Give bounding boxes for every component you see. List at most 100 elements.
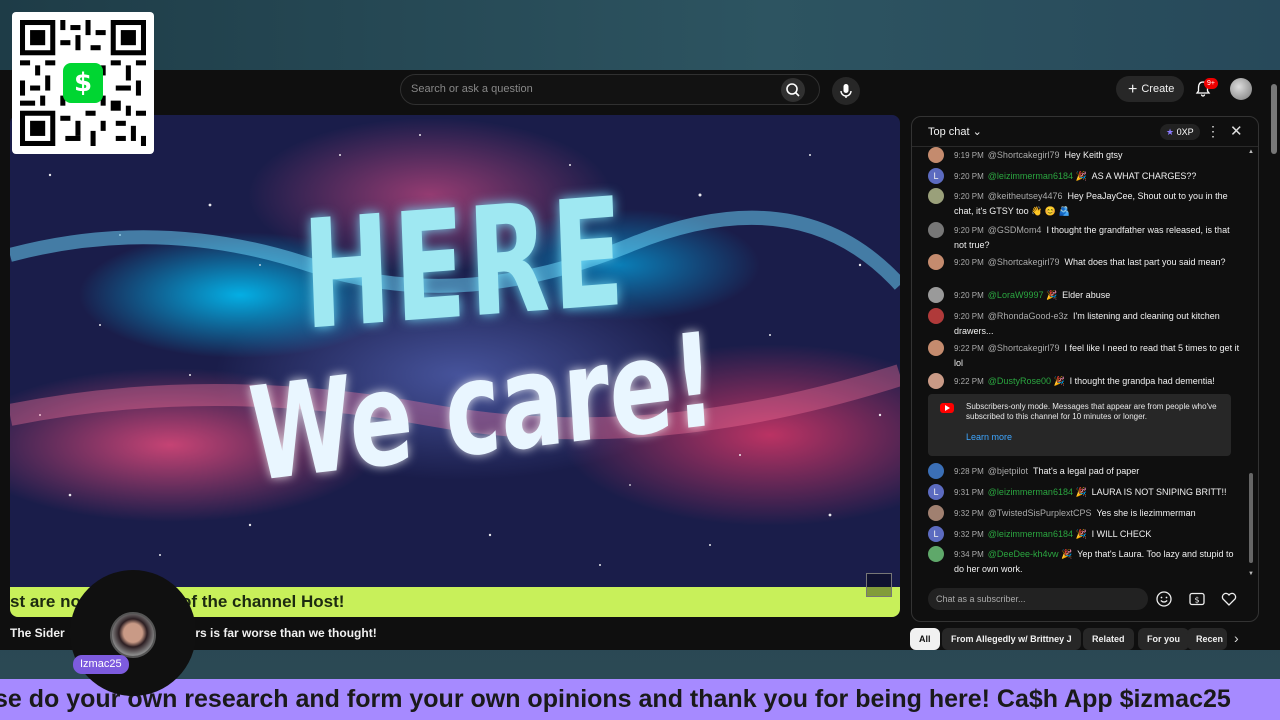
scroll-up-arrow-icon[interactable]: ▲ <box>1248 149 1254 155</box>
host-name-label: Izmac25 <box>73 655 129 674</box>
chat-message-body: 9:20 PM @Shortcakegirl79 What does that la… <box>954 255 1244 270</box>
chat-author-avatar[interactable]: L <box>928 484 944 500</box>
chevron-right-icon[interactable]: › <box>1234 630 1239 646</box>
host-avatar <box>110 612 156 658</box>
chat-message-text: I thought the grandpa had dementia! <box>1069 376 1215 386</box>
chip-for-you[interactable]: For you <box>1138 628 1189 650</box>
video-player[interactable]: HERE We care! st are no y the views of t… <box>10 115 900 617</box>
host-webcam <box>70 570 196 696</box>
heart-icon[interactable] <box>1220 590 1238 608</box>
chat-author-name[interactable]: @leizimmerman6184 🎉 <box>988 171 1087 181</box>
chat-author-name[interactable]: @keitheutsey4476 <box>988 191 1063 201</box>
live-chat-panel: Top chat ⌄ ★ 0XP ⋮ ✕ 9:19 PM @Shortcakegi… <box>911 116 1259 622</box>
learn-more-link[interactable]: Learn more <box>966 432 1012 442</box>
chat-author-avatar[interactable] <box>928 222 944 238</box>
microphone-icon <box>840 84 852 98</box>
chat-message-text: LAURA IS NOT SNIPING BRITT!! <box>1091 487 1227 497</box>
xp-label: 0XP <box>1176 127 1194 137</box>
chat-author-avatar[interactable] <box>928 254 944 270</box>
voice-search-button[interactable] <box>832 77 860 105</box>
chat-message-body: 9:20 PM @keitheutsey4476 Hey PeaJayCee, Sh… <box>954 189 1244 218</box>
close-icon[interactable]: ✕ <box>1230 122 1243 140</box>
chip-from-channel[interactable]: From Allegedly w/ Brittney J <box>942 628 1081 650</box>
chat-author-name[interactable]: @GSDMom4 <box>988 225 1042 235</box>
chat-author-avatar[interactable] <box>928 546 944 562</box>
chat-author-avatar[interactable] <box>928 287 944 303</box>
youtube-watch-page: Search or ask a question + Create 9+ HER… <box>0 70 1280 650</box>
search-button[interactable] <box>781 78 805 102</box>
page-scrollbar[interactable] <box>1269 70 1280 650</box>
super-chat-icon[interactable]: $ <box>1188 590 1206 608</box>
chat-author-avatar[interactable] <box>928 188 944 204</box>
xp-badge[interactable]: ★ 0XP <box>1160 124 1200 140</box>
chat-author-name[interactable]: @leizimmerman6184 🎉 <box>988 529 1087 539</box>
chat-mode-label: Top chat <box>928 126 970 138</box>
chip-related[interactable]: Related <box>1083 628 1134 650</box>
masthead: Search or ask a question + Create 9+ <box>0 70 1270 108</box>
chat-author-avatar[interactable] <box>928 147 944 163</box>
chat-author-name[interactable]: @Shortcakegirl79 <box>988 150 1060 160</box>
chat-timestamp: 9:34 PM <box>954 550 984 559</box>
chat-author-name[interactable]: @LoraW9997 🎉 <box>988 290 1057 300</box>
top-background-band <box>0 0 1280 70</box>
chat-scrollbar[interactable]: ▲ ▼ <box>1248 149 1254 577</box>
chat-message-text: I WILL CHECK <box>1091 529 1152 539</box>
chat-author-name[interactable]: @TwistedSisPurplextCPS <box>988 508 1092 518</box>
chat-author-avatar[interactable] <box>928 340 944 356</box>
chat-author-avatar[interactable] <box>928 308 944 324</box>
chat-timestamp: 9:32 PM <box>954 530 984 539</box>
chat-message-body: 9:22 PM @DustyRose00 🎉 I thought the grand… <box>954 374 1244 389</box>
create-button[interactable]: + Create <box>1116 76 1184 102</box>
subscribers-only-notice: Subscribers-only mode. Messages that app… <box>928 394 1231 456</box>
chat-message-text: What does that last part you said mean? <box>1064 257 1226 267</box>
chat-timestamp: 9:22 PM <box>954 344 984 353</box>
chat-message-body: 9:20 PM @leizimmerman6184 🎉 AS A WHAT CHAR… <box>954 169 1244 184</box>
chat-author-name[interactable]: @DeeDee-kh4vw 🎉 <box>988 549 1072 559</box>
chat-author-name[interactable]: @bjetpilot <box>988 466 1028 476</box>
chat-timestamp: 9:31 PM <box>954 488 984 497</box>
chat-author-avatar[interactable]: L <box>928 526 944 542</box>
scroll-down-arrow-icon[interactable]: ▼ <box>1248 571 1254 577</box>
chat-header: Top chat ⌄ ★ 0XP ⋮ ✕ <box>912 117 1258 147</box>
chat-author-avatar[interactable] <box>928 373 944 389</box>
video-title-start: The Sider <box>10 626 65 640</box>
channel-watermark[interactable] <box>866 573 892 597</box>
chat-message-text: Yes she is liezimmerman <box>1096 508 1196 518</box>
notification-count-badge: 9+ <box>1204 78 1218 89</box>
chat-message-body: 9:22 PM @Shortcakegirl79 I feel like I nee… <box>954 341 1244 370</box>
chat-message-body: 9:32 PM @TwistedSisPurplextCPS Yes she is … <box>954 506 1244 521</box>
chat-message-body: 9:31 PM @leizimmerman6184 🎉 LAURA IS NOT S… <box>954 485 1244 500</box>
chat-mode-dropdown[interactable]: Top chat ⌄ <box>928 125 982 138</box>
chat-message-body: 9:32 PM @leizimmerman6184 🎉 I WILL CHECK <box>954 527 1244 542</box>
bottom-crawl-banner: se do your own research and form your ow… <box>0 679 1280 720</box>
chat-timestamp: 9:32 PM <box>954 509 984 518</box>
chat-input[interactable]: Chat as a subscriber... <box>928 588 1148 610</box>
chat-author-name[interactable]: @leizimmerman6184 🎉 <box>988 487 1087 497</box>
star-icon: ★ <box>1166 127 1175 137</box>
youtube-logo-icon <box>940 403 954 413</box>
page-scrollbar-thumb[interactable] <box>1271 84 1277 154</box>
chat-message-text: That's a legal pad of paper <box>1032 466 1140 476</box>
chat-author-avatar[interactable]: L <box>928 168 944 184</box>
search-input[interactable]: Search or ask a question <box>411 75 771 104</box>
chip-recent[interactable]: Recen <box>1187 628 1227 650</box>
chat-author-avatar[interactable] <box>928 505 944 521</box>
search-box[interactable]: Search or ask a question <box>400 74 820 105</box>
video-title: The Sider ors is far worse than we thoug… <box>10 626 377 642</box>
chat-author-name[interactable]: @Shortcakegirl79 <box>988 343 1060 353</box>
chat-timestamp: 9:20 PM <box>954 192 984 201</box>
chat-author-name[interactable]: @DustyRose00 🎉 <box>988 376 1065 386</box>
account-avatar[interactable] <box>1230 78 1252 100</box>
emoji-icon[interactable] <box>1155 590 1173 608</box>
more-options-icon[interactable]: ⋮ <box>1206 123 1220 140</box>
chat-message-body: 9:20 PM @GSDMom4 I thought the grandfather… <box>954 223 1244 252</box>
chip-all[interactable]: All <box>910 628 940 650</box>
chat-message-text: Hey Keith gtsy <box>1064 150 1123 160</box>
chat-scrollbar-thumb[interactable] <box>1249 473 1253 563</box>
chat-author-avatar[interactable] <box>928 463 944 479</box>
create-label: Create <box>1141 83 1175 95</box>
chat-author-name[interactable]: @Shortcakegirl79 <box>988 257 1060 267</box>
notice-text: Subscribers-only mode. Messages that app… <box>966 402 1217 421</box>
related-filter-chips: All From Allegedly w/ Brittney J Related… <box>910 628 1260 650</box>
chat-author-name[interactable]: @RhondaGood-e3z <box>988 311 1068 321</box>
